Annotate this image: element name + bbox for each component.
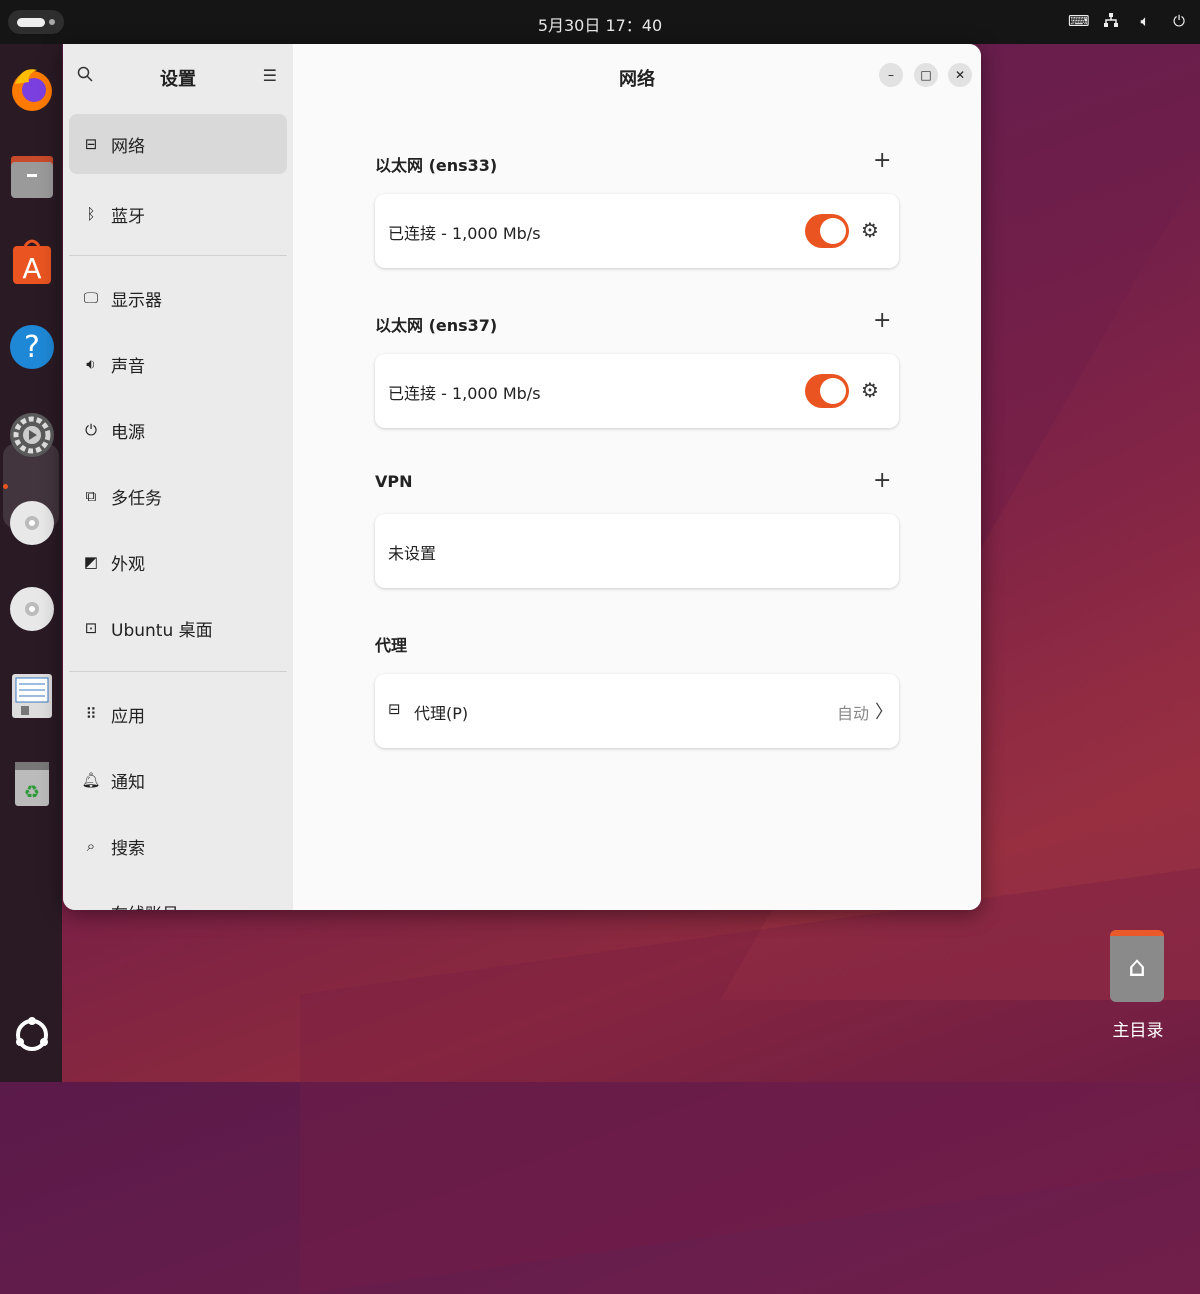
connection-status: 已连接 - 1,000 Mb/s <box>388 224 541 243</box>
connection-status: 已连接 - 1,000 Mb/s <box>388 384 541 403</box>
minimize-button[interactable]: – <box>879 63 903 87</box>
keyboard-icon[interactable]: ⌨ <box>1068 12 1090 32</box>
page-title: 网络 <box>619 69 655 90</box>
sidebar-divider <box>69 255 287 256</box>
appearance-icon: ◩ <box>83 553 99 571</box>
power-icon[interactable]: ⏻ <box>1170 12 1188 32</box>
settings-icon[interactable] <box>7 410 57 460</box>
files-icon[interactable] <box>7 152 57 202</box>
sidebar-item-appearance[interactable]: ◩ 外观 <box>69 532 287 592</box>
firefox-icon[interactable] <box>7 64 57 114</box>
sidebar-divider <box>69 671 287 672</box>
sidebar-item-label: 网络 <box>111 136 145 157</box>
ubuntu-desktop-icon: ⊡ <box>84 619 98 637</box>
sidebar-item-network[interactable]: ⊟ 网络 <box>69 114 287 174</box>
sidebar-item-ubuntu-desktop[interactable]: ⊡ Ubuntu 桌面 <box>69 598 287 658</box>
sidebar-header: 设置 ☰ <box>63 44 293 108</box>
dock: A ? ♻ <box>0 44 62 1082</box>
sidebar-item-bluetooth[interactable]: ᛒ 蓝牙 <box>69 184 287 244</box>
search-icon: ⌕ <box>86 837 96 855</box>
section-title-ens33: 以太网 (ens33) <box>375 156 498 175</box>
sidebar-item-online-accounts[interactable]: ☁ 在线账号 <box>69 882 287 910</box>
sidebar-item-power[interactable]: ⏻ 电源 <box>69 400 287 460</box>
maximize-button[interactable]: □ <box>914 63 938 87</box>
add-connection-button[interactable]: + <box>873 148 891 173</box>
sidebar-item-label: Ubuntu 桌面 <box>111 620 213 641</box>
svg-text:♻: ♻ <box>24 782 40 803</box>
network-icon[interactable] <box>1102 12 1120 32</box>
cd-drive-icon[interactable] <box>7 584 57 634</box>
show-apps-icon[interactable] <box>7 1010 57 1060</box>
vpn-status: 未设置 <box>388 544 437 563</box>
apps-grid-icon: ⠿ <box>85 705 97 723</box>
proxy-row[interactable]: ⊟ 代理(P) 自动 〉 <box>375 674 899 748</box>
sidebar-item-label: 蓝牙 <box>111 206 145 227</box>
settings-sidebar: 设置 ☰ ⊟ 网络 ᛒ 蓝牙 🖵︎ 显示器 🔉︎ 声音 ⏻ 电源 ⧉ 多任务 ◩… <box>63 44 293 910</box>
system-tray[interactable]: ⌨ 🔈︎ ⏻ <box>1068 12 1188 32</box>
trash-icon[interactable]: ♻ <box>7 758 57 808</box>
sidebar-item-search[interactable]: ⌕ 搜索 <box>69 816 287 876</box>
hamburger-menu-icon[interactable]: ☰ <box>263 66 277 85</box>
bluetooth-icon: ᛒ <box>86 205 96 223</box>
toggle-knob <box>820 378 846 404</box>
sidebar-item-sound[interactable]: 🔉︎ 声音 <box>69 334 287 394</box>
sidebar-item-label: 显示器 <box>111 290 162 311</box>
monitor-icon: 🖵︎ <box>83 289 99 307</box>
svg-text:A: A <box>22 252 41 285</box>
svg-text:?: ? <box>24 330 40 365</box>
add-connection-button[interactable]: + <box>873 308 891 333</box>
multitasking-icon: ⧉ <box>85 487 97 505</box>
home-folder-icon[interactable]: ⌂ <box>1110 930 1164 1002</box>
sidebar-item-apps[interactable]: ⠿ 应用 <box>69 684 287 744</box>
ethernet-ens37-card: 已连接 - 1,000 Mb/s ⚙ <box>375 354 899 428</box>
sidebar-item-label: 电源 <box>111 422 145 443</box>
sidebar-item-label: 外观 <box>111 554 145 575</box>
section-title-vpn: VPN <box>375 472 413 491</box>
sound-icon: 🔉︎ <box>86 355 96 373</box>
house-icon: ⌂ <box>1128 950 1146 983</box>
gear-icon[interactable]: ⚙ <box>861 378 879 402</box>
sidebar-item-label: 在线账号 <box>111 900 179 911</box>
proxy-value: 自动 <box>837 704 870 723</box>
settings-window: 设置 ☰ ⊟ 网络 ᛒ 蓝牙 🖵︎ 显示器 🔉︎ 声音 ⏻ 电源 ⧉ 多任务 ◩… <box>63 44 981 910</box>
ens37-toggle[interactable] <box>805 374 849 408</box>
volume-icon[interactable]: 🔈︎ <box>1136 12 1154 32</box>
sidebar-item-multitasking[interactable]: ⧉ 多任务 <box>69 466 287 526</box>
network-panel: 网络 – □ ✕ 以太网 (ens33) + 已连接 - 1,000 Mb/s … <box>293 44 981 910</box>
sidebar-item-label: 声音 <box>111 356 145 377</box>
network-icon: ⊟ <box>84 135 98 153</box>
add-vpn-button[interactable]: + <box>873 468 891 493</box>
sidebar-item-label: 通知 <box>111 772 145 793</box>
power-icon: ⏻ <box>85 421 97 439</box>
chevron-right-icon: 〉 <box>875 702 893 723</box>
top-bar: 5月30日 17：40 ⌨ 🔈︎ ⏻ <box>0 0 1200 44</box>
sidebar-item-displays[interactable]: 🖵︎ 显示器 <box>69 268 287 328</box>
help-icon[interactable]: ? <box>7 322 57 372</box>
sidebar-item-label: 应用 <box>111 706 145 727</box>
online-accounts-icon: ☁ <box>81 903 101 910</box>
close-button[interactable]: ✕ <box>948 63 972 87</box>
text-editor-icon[interactable] <box>7 670 57 720</box>
app-center-icon[interactable]: A <box>7 236 57 286</box>
gear-icon[interactable]: ⚙ <box>861 218 879 242</box>
ens33-toggle[interactable] <box>805 214 849 248</box>
toggle-knob <box>820 218 846 244</box>
sidebar-item-label: 搜索 <box>111 838 145 859</box>
network-icon: ⊟ <box>388 700 401 718</box>
vpn-card: 未设置 <box>375 514 899 588</box>
section-title-proxy: 代理 <box>375 636 408 655</box>
cd-drive-icon[interactable] <box>7 498 57 548</box>
running-indicator <box>3 484 8 489</box>
home-folder-label: 主目录 <box>1112 1021 1164 1041</box>
section-title-ens37: 以太网 (ens37) <box>375 316 498 335</box>
sidebar-item-notifications[interactable]: 🔔︎ 通知 <box>69 750 287 810</box>
proxy-label: 代理(P) <box>414 704 469 723</box>
ethernet-ens33-card: 已连接 - 1,000 Mb/s ⚙ <box>375 194 899 268</box>
sidebar-title: 设置 <box>160 69 196 90</box>
bell-icon: 🔔︎ <box>81 771 101 789</box>
clock[interactable]: 5月30日 17：40 <box>0 12 1200 36</box>
sidebar-item-label: 多任务 <box>111 488 162 509</box>
